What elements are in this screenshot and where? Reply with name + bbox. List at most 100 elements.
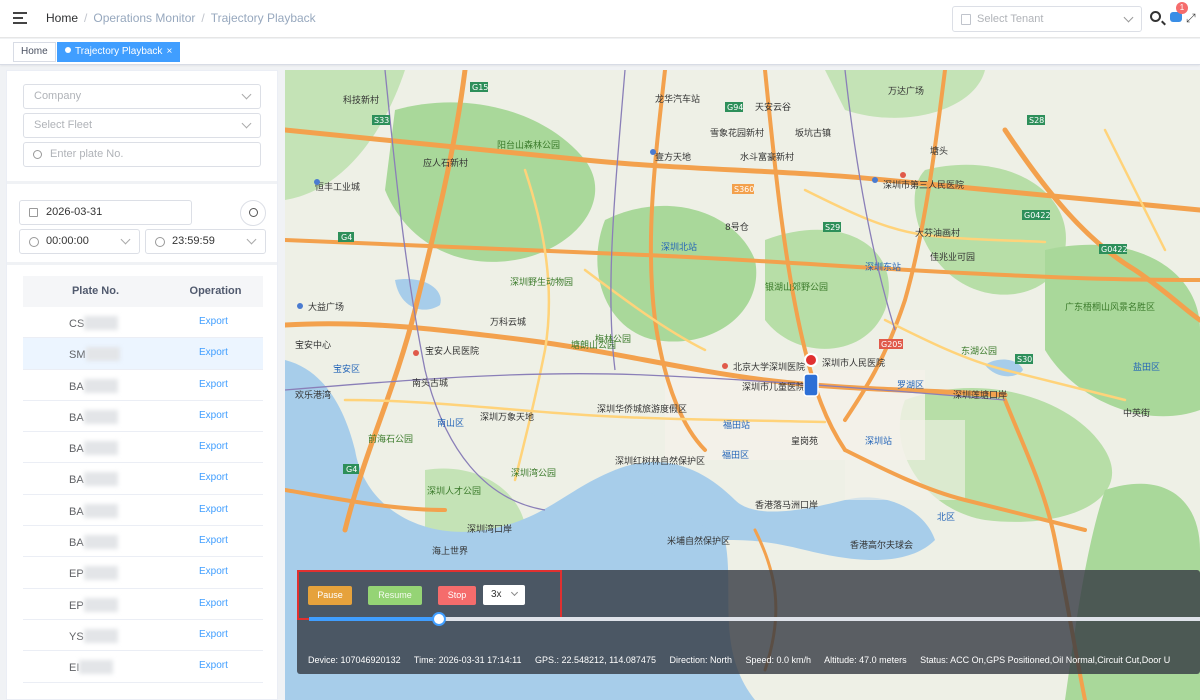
map-label: 北区 (937, 512, 955, 523)
map-label: 阳台山森林公园 (497, 139, 560, 151)
map-label: 深圳人才公园 (427, 485, 481, 497)
map-label: 深圳东站 (865, 261, 901, 273)
map-label: 万科云城 (490, 316, 526, 328)
export-link[interactable]: Export (199, 660, 228, 671)
start-time-picker[interactable]: 00:00:00 (19, 229, 140, 254)
table-row[interactable]: BA Export (23, 495, 263, 527)
table-row[interactable]: BA Export (23, 526, 263, 558)
search-button[interactable] (240, 200, 266, 226)
fullscreen-icon[interactable]: ⤢ (1186, 11, 1196, 26)
map-label: 海上世界 (432, 545, 468, 557)
company-placeholder: Company (34, 90, 82, 102)
export-link[interactable]: Export (199, 347, 228, 358)
export-link[interactable]: Export (199, 566, 228, 577)
chevron-down-icon (246, 234, 257, 245)
redacted-plate (85, 347, 120, 362)
road-label: G0422 (1101, 245, 1128, 254)
menu-toggle-icon[interactable] (13, 12, 27, 24)
tab-home-label: Home (21, 46, 48, 57)
tags-bar: Home Trajectory Playback × (0, 39, 1200, 65)
chevron-down-icon (1123, 12, 1134, 23)
map-label: 大芬油画村 (915, 227, 960, 239)
end-time-picker[interactable]: 23:59:59 (145, 229, 266, 254)
map-label: 深圳湾公园 (511, 467, 556, 479)
divider (7, 262, 277, 265)
table-row[interactable]: BA Export (23, 401, 263, 433)
map-label: 佳兆业可园 (930, 251, 975, 263)
road-label: G205 (881, 340, 902, 349)
start-time-value: 00:00:00 (46, 235, 89, 247)
plate-number: CS (69, 316, 119, 330)
chevron-down-icon (120, 234, 131, 245)
map-label: 深圳市人民医院 (822, 357, 885, 369)
export-link[interactable]: Export (199, 441, 228, 452)
plate-number: BA (69, 535, 118, 550)
column-header-plate: Plate No. (71, 285, 120, 297)
table-row[interactable]: EI Export (23, 651, 263, 683)
map-label: 宝安中心 (295, 339, 331, 351)
map-label: 广东梧桐山风景名胜区 (1065, 301, 1155, 313)
fleet-select[interactable]: Select Fleet (23, 113, 261, 138)
map-label: 米埔自然保护区 (667, 535, 730, 547)
table-row[interactable]: CS Export (23, 307, 263, 339)
close-icon[interactable]: × (166, 46, 172, 57)
table-row[interactable]: EP Export (23, 557, 263, 589)
date-picker[interactable]: 2026-03-31 (19, 200, 192, 225)
export-link[interactable]: Export (199, 504, 228, 515)
map-label: 水斗富豪新村 (740, 151, 794, 163)
map-label: 福田区 (722, 449, 749, 461)
device-info: Device: 107046920132 (308, 655, 401, 665)
export-link[interactable]: Export (199, 410, 228, 421)
road-label: G0422 (1024, 211, 1051, 220)
plate-number: BA (69, 503, 118, 518)
breadcrumb-item-operations[interactable]: Operations Monitor (93, 11, 195, 25)
map-label: 雪象花园新村 (710, 127, 764, 139)
map-label: 南山区 (437, 417, 464, 429)
table-row[interactable]: EP Export (23, 589, 263, 620)
vehicle-marker[interactable] (803, 353, 819, 397)
road-label: S33 (374, 116, 389, 125)
calendar-icon (29, 208, 38, 217)
tab-trajectory-playback[interactable]: Trajectory Playback × (57, 42, 181, 62)
redacted-plate (83, 535, 118, 550)
tab-home[interactable]: Home (13, 42, 56, 62)
plate-text: BA (69, 443, 84, 456)
plate-number: EP (69, 566, 118, 581)
progress-thumb[interactable] (432, 612, 447, 626)
speed-info: Speed: 0.0 km/h (745, 655, 812, 665)
export-link[interactable]: Export (199, 598, 228, 609)
export-link[interactable]: Export (199, 379, 228, 390)
plate-table: Plate No. Operation CS Export SM Export BA Ex… (23, 276, 263, 683)
table-row[interactable]: BA Export (23, 370, 263, 401)
map-label: 科技新村 (343, 94, 379, 106)
search-icon[interactable] (1150, 11, 1161, 22)
export-link[interactable]: Export (199, 535, 228, 546)
map-label: 福田站 (723, 419, 750, 431)
plate-search-input[interactable]: Enter plate No. (23, 142, 261, 167)
road-label: S28 (1029, 116, 1044, 125)
clock-icon (155, 237, 165, 247)
breadcrumb-item-home[interactable]: Home (46, 11, 78, 25)
company-select[interactable]: Company (23, 84, 261, 109)
map-label: 深圳北站 (661, 241, 697, 253)
table-row[interactable]: YS Export (23, 620, 263, 652)
table-row[interactable]: SM Export (23, 338, 263, 370)
tenant-select[interactable]: Select Tenant (952, 6, 1142, 32)
table-row[interactable]: BA Export (23, 432, 263, 464)
status-info: Status: ACC On,GPS Positioned,Oil Normal… (920, 655, 1171, 665)
export-link[interactable]: Export (199, 629, 228, 640)
plate-number: BA (69, 441, 118, 456)
map-label: 塘朗山公园 (571, 339, 616, 351)
table-row[interactable]: BA Export (23, 463, 263, 495)
map-label: 深圳红树林自然保护区 (615, 455, 705, 467)
export-link[interactable]: Export (199, 472, 228, 483)
export-link[interactable]: Export (199, 316, 228, 327)
map-label: 罗湖区 (897, 380, 924, 391)
breadcrumb: Home / Operations Monitor / Trajectory Playb… (46, 11, 316, 25)
map-label: 深圳野生动物园 (510, 276, 573, 288)
redacted-plate (83, 597, 118, 612)
map-label: 深圳市儿童医院 (742, 381, 805, 393)
plate-number: SM (69, 347, 120, 362)
road-label: S360 (734, 185, 754, 194)
map-label: 深圳湾口岸 (467, 523, 512, 535)
